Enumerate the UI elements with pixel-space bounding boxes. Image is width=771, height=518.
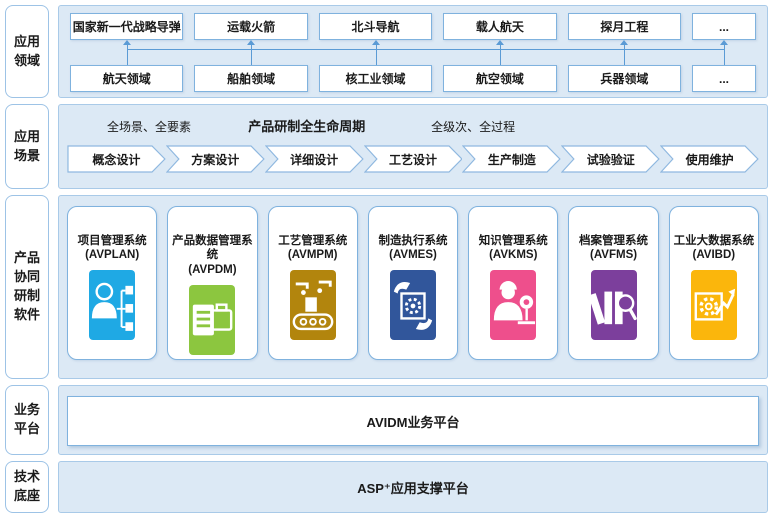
lifecycle-stage: 方案设计	[166, 145, 265, 173]
program-box: 探月工程	[568, 13, 681, 40]
lifecycle-title: 产品研制全生命周期	[248, 115, 365, 139]
lifecycle-stage: 试验验证	[561, 145, 660, 173]
field-box: 核工业领域	[319, 65, 432, 92]
software-card-name: 知识管理系统	[479, 234, 548, 248]
software-card-code: (AVPLAN)	[85, 248, 139, 263]
field-box: 兵器领域	[568, 65, 681, 92]
software-card-code: (AVKMS)	[489, 248, 537, 263]
software-card-name: 工艺管理系统	[278, 234, 347, 248]
hands-gear-icon	[390, 270, 436, 340]
lifecycle-stage-label: 使用维护	[660, 145, 759, 173]
lifecycle-stage-label: 方案设计	[166, 145, 265, 173]
field-box: ...	[692, 65, 756, 92]
application-scenarios-panel: 全场景、全要素 产品研制全生命周期 全级次、全过程 概念设计	[58, 104, 768, 189]
software-card-name: 制造执行系统	[378, 234, 447, 248]
books-magnifier-icon	[591, 270, 637, 340]
connector-stub	[624, 45, 625, 65]
software-card: 工业大数据系统 (AVIBD)	[669, 206, 759, 360]
lifecycle-stage-label: 概念设计	[67, 145, 166, 173]
connector-cell	[319, 40, 432, 65]
program-box-row: 国家新一代战略导弹运载火箭北斗导航载人航天探月工程...	[59, 6, 767, 40]
section-application-domains: 应用 领域 国家新一代战略导弹运载火箭北斗导航载人航天探月工程... 航天领域船…	[5, 5, 768, 98]
person-org-chart-icon	[89, 270, 135, 340]
software-card-code: (AVFMS)	[590, 248, 637, 263]
software-card: 档案管理系统 (AVFMS)	[568, 206, 658, 360]
section-technical-foundation: 技术 底座 ASP⁺应用支撑平台	[5, 461, 768, 513]
section-label-application-domains: 应用 领域	[5, 5, 49, 98]
lifecycle-stage-label: 试验验证	[561, 145, 660, 173]
software-card-code: (AVMES)	[389, 248, 437, 263]
connector-cell	[692, 40, 756, 65]
software-card: 工艺管理系统 (AVMPM)	[268, 206, 358, 360]
software-card-name: 项目管理系统	[78, 234, 147, 248]
business-platform-bar: AVIDM业务平台	[67, 396, 759, 446]
software-card: 产品数据管理系统 (AVPDM)	[167, 206, 257, 360]
program-box: 国家新一代战略导弹	[70, 13, 183, 40]
lifecycle-stage: 概念设计	[67, 145, 166, 173]
software-card-name: 工业大数据系统	[674, 234, 755, 248]
lifecycle-stage: 工艺设计	[364, 145, 463, 173]
software-card: 项目管理系统 (AVPLAN)	[67, 206, 157, 360]
lifecycle-stage-row: 概念设计 方案设计 详细设计	[59, 145, 767, 173]
connector-stub	[127, 45, 128, 65]
technical-foundation-panel: ASP⁺应用支撑平台	[58, 461, 768, 513]
software-card-code: (AVIBD)	[693, 248, 736, 263]
program-box: 运载火箭	[194, 13, 307, 40]
field-box: 航空领域	[443, 65, 556, 92]
technical-foundation-bar: ASP⁺应用支撑平台	[59, 462, 767, 512]
lifecycle-stage-label: 工艺设计	[364, 145, 463, 173]
software-card-row: 项目管理系统 (AVPLAN) 产品数据管理系统 (AVPDM) 工艺管理系统	[59, 196, 767, 378]
connector-stub	[724, 45, 725, 65]
field-box-row: 航天领域船舶领域核工业领域航空领域兵器领域...	[59, 65, 767, 92]
section-business-platform: 业务 平台 AVIDM业务平台	[5, 385, 768, 455]
section-software: 产品 协同 研制 软件 项目管理系统 (AVPLAN) 产品数据管理系统 (AV…	[5, 195, 768, 379]
section-label-technical-foundation: 技术 底座	[5, 461, 49, 513]
lifecycle-stage-label: 详细设计	[265, 145, 364, 173]
worker-location-icon	[490, 270, 536, 340]
scenario-note-right: 全级次、全过程	[431, 115, 515, 139]
application-domains-panel: 国家新一代战略导弹运载火箭北斗导航载人航天探月工程... 航天领域船舶领域核工业…	[58, 5, 768, 98]
scenario-note-left: 全场景、全要素	[107, 115, 191, 139]
software-card-code: (AVPDM)	[188, 263, 236, 278]
program-box: ...	[692, 13, 756, 40]
connector-stub	[500, 45, 501, 65]
section-label-business-platform: 业务 平台	[5, 385, 49, 455]
software-panel: 项目管理系统 (AVPLAN) 产品数据管理系统 (AVPDM) 工艺管理系统	[58, 195, 768, 379]
field-box: 船舶领域	[194, 65, 307, 92]
software-card-name: 产品数据管理系统	[168, 234, 256, 263]
architecture-diagram: 应用 领域 国家新一代战略导弹运载火箭北斗导航载人航天探月工程... 航天领域船…	[0, 0, 771, 518]
lifecycle-stage-label: 生产制造	[462, 145, 561, 173]
connector-cell	[443, 40, 556, 65]
software-card-code: (AVMPM)	[288, 248, 338, 263]
software-card: 知识管理系统 (AVKMS)	[468, 206, 558, 360]
section-label-software: 产品 协同 研制 软件	[5, 195, 49, 379]
field-box: 航天领域	[70, 65, 183, 92]
program-box: 载人航天	[443, 13, 556, 40]
lifecycle-stage: 详细设计	[265, 145, 364, 173]
domain-connectors	[59, 40, 767, 65]
connector-cell	[568, 40, 681, 65]
conveyor-robot-icon	[290, 270, 336, 340]
scenario-notes: 全场景、全要素 产品研制全生命周期 全级次、全过程	[59, 115, 767, 139]
business-platform-panel: AVIDM业务平台	[58, 385, 768, 455]
section-label-application-scenarios: 应用 场景	[5, 104, 49, 189]
clipboard-briefcase-icon	[189, 285, 235, 355]
lifecycle-stage: 生产制造	[462, 145, 561, 173]
program-box: 北斗导航	[319, 13, 432, 40]
section-application-scenarios: 应用 场景 全场景、全要素 产品研制全生命周期 全级次、全过程 概念设计	[5, 104, 768, 189]
gear-chart-icon	[691, 270, 737, 340]
software-card-name: 档案管理系统	[579, 234, 648, 248]
connector-stub	[251, 45, 252, 65]
connector-cell	[194, 40, 307, 65]
connector-cell	[70, 40, 183, 65]
software-card: 制造执行系统 (AVMES)	[368, 206, 458, 360]
connector-stub	[376, 45, 377, 65]
lifecycle-stage: 使用维护	[660, 145, 759, 173]
